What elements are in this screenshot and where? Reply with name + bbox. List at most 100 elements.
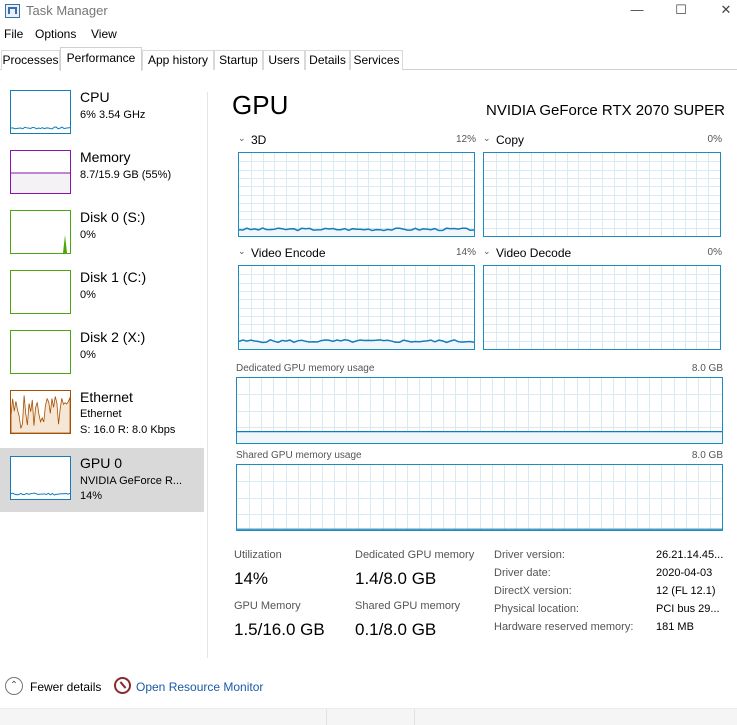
dedicated-memory-max: 8.0 GB (691, 363, 723, 374)
sidebar-item-throughput: S: 16.0 R: 8.0 Kbps (80, 424, 176, 436)
usage-area (237, 431, 722, 443)
engine-percent-3d: 12% (455, 134, 476, 145)
driver-version-label: Driver version: (494, 549, 565, 561)
sidebar-item-title: Disk 0 (S:) (80, 209, 146, 225)
engine-label-video-decode[interactable]: Video Decode (496, 246, 571, 260)
engine-percent-video-decode: 0% (707, 247, 722, 258)
engine-graph-3d (238, 152, 475, 237)
close-button[interactable]: ✕ (703, 0, 737, 22)
ethernet-thumbnail-graph (10, 390, 71, 434)
dedicated-memory-stat-value: 1.4/8.0 GB (355, 569, 437, 588)
bottom-edge-divider (414, 709, 415, 725)
engine-percent-copy: 0% (707, 134, 722, 145)
sidebar-item-ethernet[interactable]: Ethernet Ethernet S: 16.0 R: 8.0 Kbps (0, 382, 204, 446)
driver-date-value: 2020-04-03 (656, 567, 713, 579)
gpu-0-thumbnail-graph (10, 456, 71, 500)
physical-location-label: Physical location: (494, 603, 579, 615)
usage-area (11, 173, 70, 193)
chevron-down-icon[interactable]: ⌄ (483, 246, 491, 257)
gpu-performance-panel: GPU NVIDIA GeForce RTX 2070 SUPER ⌄ 3D 1… (208, 82, 737, 657)
footer-bar: ⌃ Fewer details Open Resource Monitor (0, 672, 737, 702)
bottom-edge-divider (326, 709, 327, 725)
usage-area (11, 395, 70, 433)
tab-details[interactable]: Details (305, 50, 350, 70)
physical-location-value: PCI bus 29... (656, 603, 720, 615)
sidebar-item-cpu[interactable]: CPU 6% 3.54 GHz (0, 82, 204, 146)
sidebar-item-detail: 8.7/15.9 GB (55%) (80, 169, 172, 181)
tab-app-history[interactable]: App history (142, 50, 214, 70)
fewer-details-button[interactable]: Fewer details (30, 680, 101, 694)
dedicated-memory-graph (236, 377, 723, 444)
engine-label-video-encode[interactable]: Video Encode (251, 246, 326, 260)
chevron-down-icon[interactable]: ⌄ (238, 133, 246, 144)
shared-memory-graph (236, 464, 723, 531)
memory-thumbnail-graph (10, 150, 71, 194)
sidebar-item-disk-1[interactable]: Disk 1 (C:) 0% (0, 262, 204, 326)
tab-services[interactable]: Services (350, 50, 403, 70)
driver-date-label: Driver date: (494, 567, 551, 579)
shared-memory-stat-value: 0.1/8.0 GB (355, 620, 437, 639)
tab-startup[interactable]: Startup (214, 50, 263, 70)
chevron-down-icon[interactable]: ⌄ (483, 133, 491, 144)
usage-line (11, 492, 70, 496)
menu-view[interactable]: View (91, 27, 117, 41)
page-title: GPU (232, 90, 289, 120)
utilization-label: Utilization (234, 549, 282, 561)
title-bar: Task Manager — ☐ ✕ (0, 0, 737, 24)
engine-percent-video-encode: 14% (455, 247, 476, 258)
engine-graph-video-encode (238, 265, 475, 350)
gpu-memory-label: GPU Memory (234, 600, 301, 612)
sidebar-item-title: Memory (80, 149, 131, 165)
utilization-value: 14% (234, 569, 269, 588)
disk-1-thumbnail-graph (10, 270, 71, 314)
task-manager-icon (5, 4, 20, 18)
sidebar-item-utilization: 14% (80, 490, 103, 502)
engine-graph-copy (483, 152, 721, 237)
chevron-up-icon[interactable]: ⌃ (5, 677, 23, 695)
bottom-edge (0, 708, 737, 725)
directx-version-label: DirectX version: (494, 585, 572, 597)
hardware-reserved-memory-value: 181 MB (656, 621, 694, 633)
driver-version-value: 26.21.14.45... (656, 549, 724, 561)
hardware-reserved-memory-label: Hardware reserved memory: (494, 621, 634, 633)
gpu-model-name: NVIDIA GeForce RTX 2070 SUPER (486, 102, 725, 119)
sidebar-item-detail: NVIDIA GeForce R... (80, 475, 183, 487)
sidebar-item-title: Disk 2 (X:) (80, 329, 146, 345)
tab-processes[interactable]: Processes (1, 50, 60, 70)
dedicated-memory-stat-label: Dedicated GPU memory (355, 549, 475, 561)
disk-2-thumbnail-graph (10, 330, 71, 374)
sidebar-item-title: CPU (80, 89, 110, 105)
resource-monitor-icon[interactable] (114, 677, 131, 694)
tab-users[interactable]: Users (263, 50, 305, 70)
maximize-button[interactable]: ☐ (658, 0, 704, 22)
sidebar-item-disk-0[interactable]: Disk 0 (S:) 0% (0, 202, 204, 266)
sidebar-item-detail: 6% 3.54 GHz (80, 109, 146, 121)
sidebar-item-disk-2[interactable]: Disk 2 (X:) 0% (0, 322, 204, 386)
minimize-button[interactable]: — (614, 0, 660, 22)
tab-performance[interactable]: Performance (60, 47, 142, 71)
engine-label-3d[interactable]: 3D (251, 133, 266, 147)
shared-memory-label: Shared GPU memory usage (236, 450, 362, 461)
dedicated-memory-label: Dedicated GPU memory usage (236, 363, 375, 374)
engine-label-copy[interactable]: Copy (496, 133, 524, 147)
open-resource-monitor-link[interactable]: Open Resource Monitor (136, 680, 263, 694)
usage-line (11, 126, 70, 130)
sidebar-item-gpu-0[interactable]: GPU 0 NVIDIA GeForce R... 14% (0, 448, 204, 512)
menu-options[interactable]: Options (35, 27, 76, 41)
chevron-down-icon[interactable]: ⌄ (238, 246, 246, 257)
task-manager-window: Task Manager — ☐ ✕ File Options View Pro… (0, 0, 737, 725)
sidebar-item-title: Disk 1 (C:) (80, 269, 147, 285)
sidebar-item-detail: 0% (80, 349, 96, 361)
tab-bar: Processes Performance App history Startu… (0, 47, 737, 71)
menu-file[interactable]: File (4, 27, 23, 41)
sidebar-item-detail: 0% (80, 289, 96, 301)
sidebar-item-title: GPU 0 (80, 455, 123, 471)
usage-spike (63, 235, 67, 253)
cpu-thumbnail-graph (10, 90, 71, 134)
sidebar-item-detail: Ethernet (80, 408, 122, 420)
sidebar-item-title: Ethernet (80, 389, 133, 405)
shared-memory-max: 8.0 GB (691, 450, 723, 461)
sidebar-item-detail: 0% (80, 229, 96, 241)
sidebar-item-memory[interactable]: Memory 8.7/15.9 GB (55%) (0, 142, 204, 206)
engine-graph-video-decode (483, 265, 721, 350)
